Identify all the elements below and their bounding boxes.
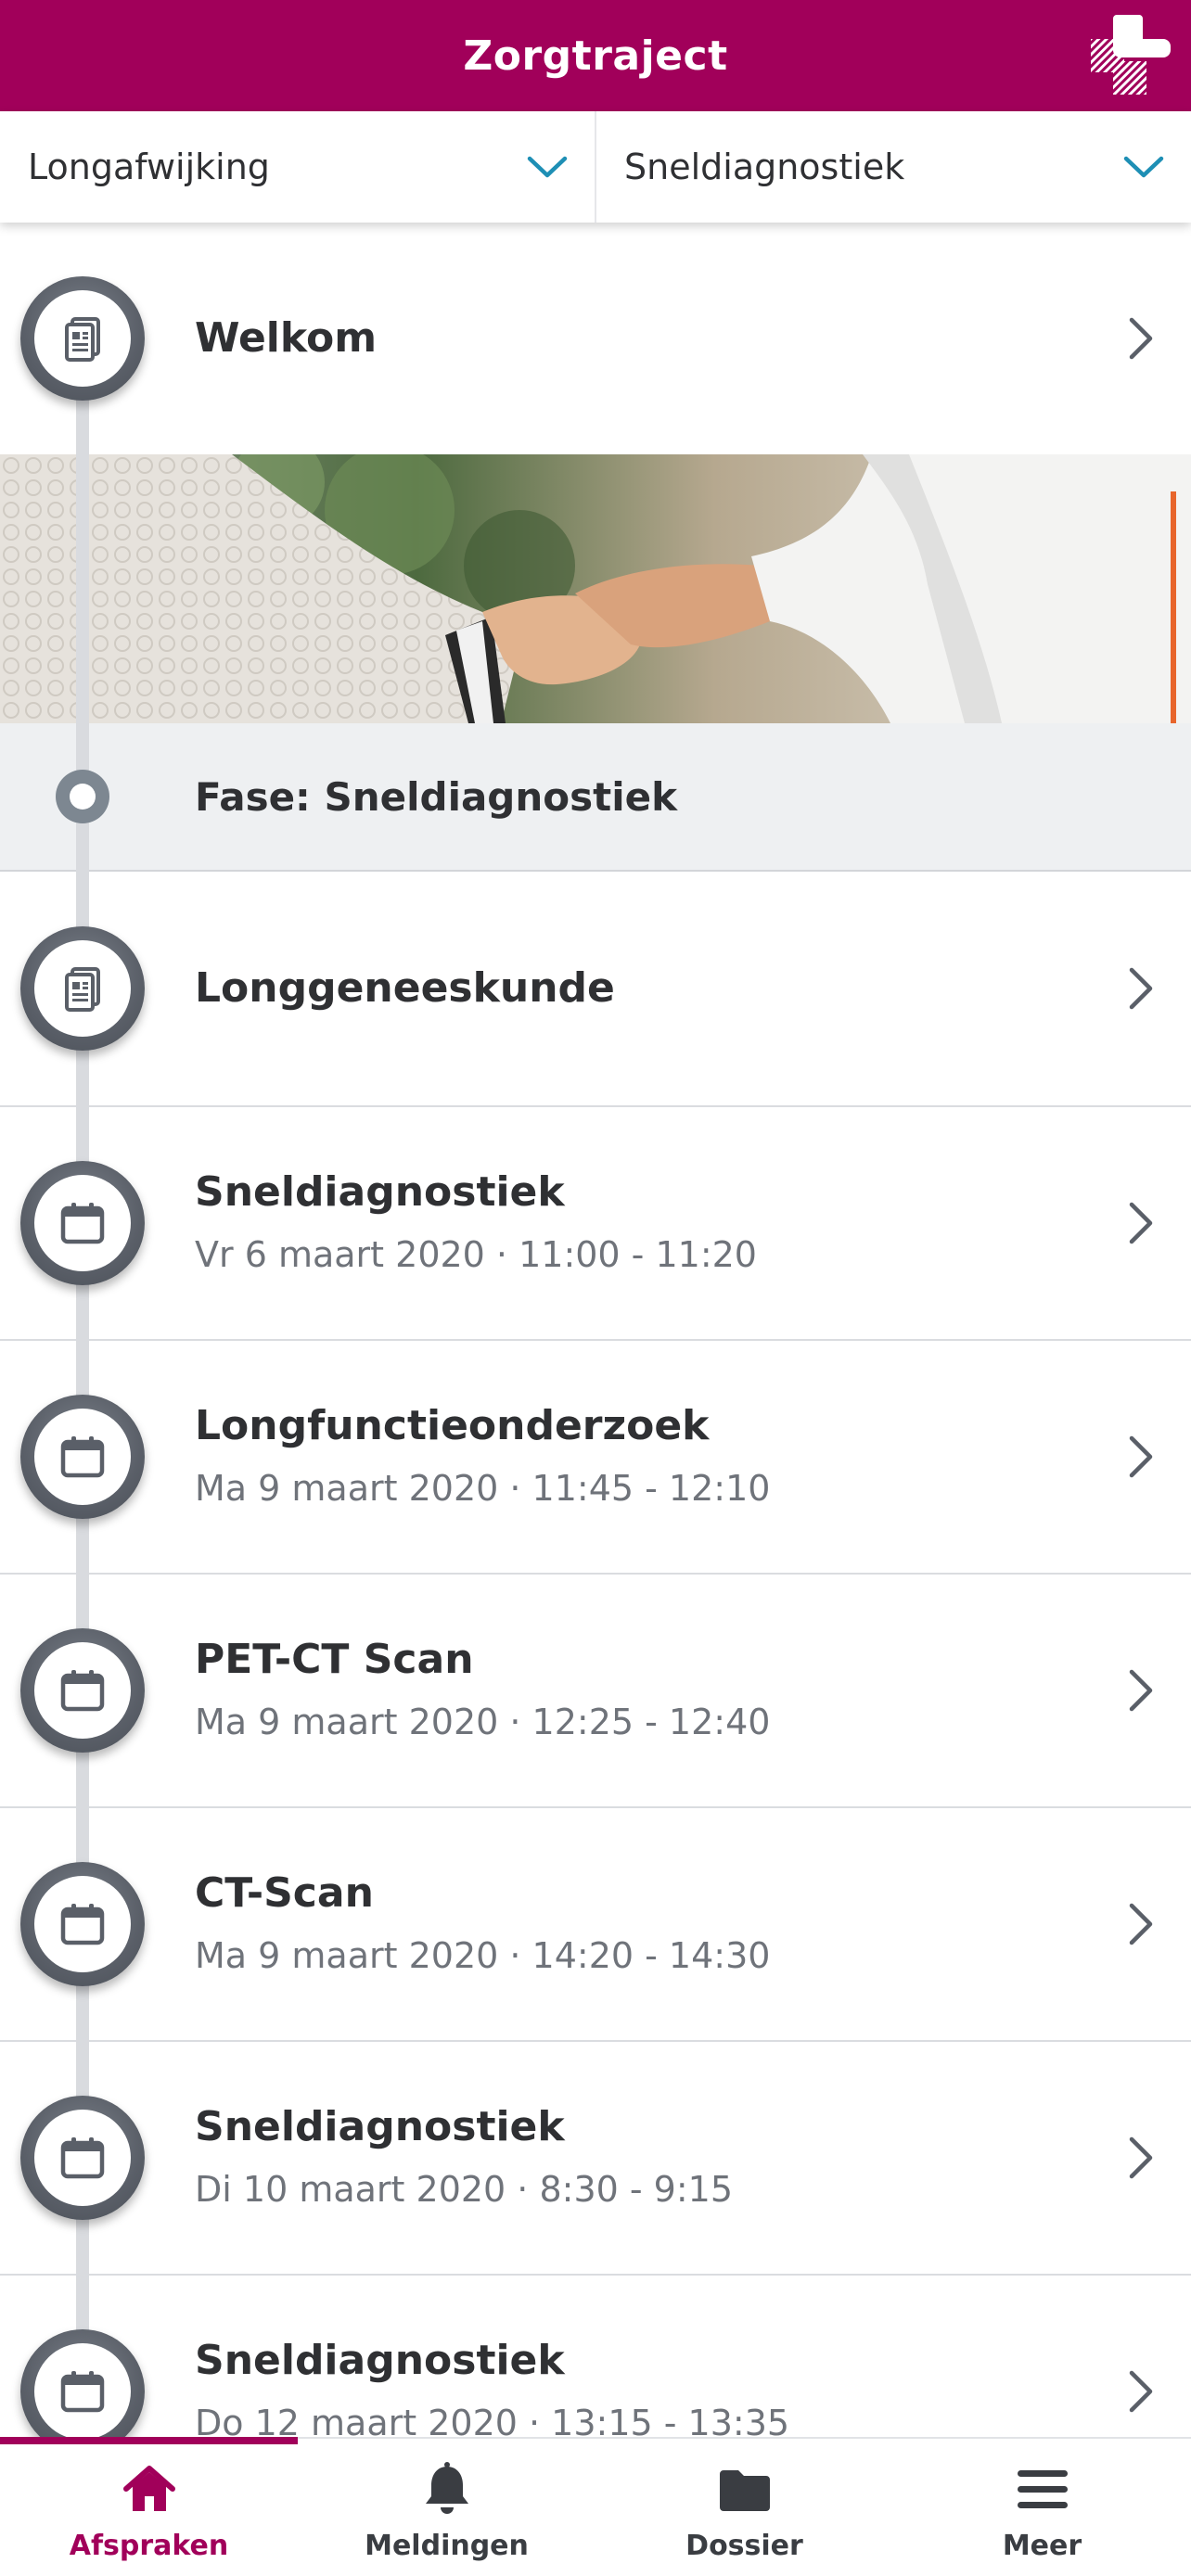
timeline-node xyxy=(20,926,145,1051)
condition-dropdown-label: Longafwijking xyxy=(28,147,270,187)
page-title: Zorgtraject xyxy=(463,32,728,80)
chevron-down-icon xyxy=(1123,156,1164,178)
folder-icon xyxy=(719,2469,770,2511)
timeline-item-welkom[interactable]: Welkom xyxy=(0,223,1191,454)
appointment-datetime: Do 12 maart 2020 · 13:15 - 13:35 xyxy=(195,2403,790,2437)
tab-label: Dossier xyxy=(685,2529,803,2562)
chevron-right-icon xyxy=(1129,1435,1153,1478)
calendar-icon xyxy=(60,1904,105,1945)
menu-icon xyxy=(1017,2469,1068,2508)
timeline-item-title: Longgeneeskunde xyxy=(195,964,615,1012)
condition-dropdown[interactable]: Longafwijking xyxy=(0,111,595,223)
program-dropdown-label: Sneldiagnostiek xyxy=(624,147,905,187)
timeline-node xyxy=(20,1862,145,1986)
app-header: Zorgtraject xyxy=(0,0,1191,111)
document-icon xyxy=(65,967,100,1012)
home-icon xyxy=(122,2465,175,2511)
calendar-icon xyxy=(60,2371,105,2413)
chevron-right-icon xyxy=(1129,967,1153,1010)
timeline-item-title: PET-CT Scan xyxy=(195,1636,474,1683)
tab-label: Meer xyxy=(1002,2529,1082,2562)
timeline-node xyxy=(20,1395,145,1519)
care-path-timeline: Welkom Fase: Sneldiagnostiek Longgeneesk… xyxy=(0,223,1191,2437)
appointment-datetime: Vr 6 maart 2020 · 11:00 - 11:20 xyxy=(195,1234,757,1275)
timeline-node xyxy=(20,276,145,401)
chevron-down-icon xyxy=(527,156,568,178)
appointment-datetime: Di 10 maart 2020 · 8:30 - 9:15 xyxy=(195,2169,734,2210)
bottom-tab-bar: Afspraken Meldingen Dossier Meer xyxy=(0,2437,1191,2576)
timeline-node xyxy=(20,1161,145,1285)
appointment-datetime: Ma 9 maart 2020 · 14:20 - 14:30 xyxy=(195,1935,771,1976)
chevron-right-icon xyxy=(1129,2370,1153,2413)
bell-icon xyxy=(425,2461,468,2514)
calendar-icon xyxy=(60,1670,105,1712)
appointment-datetime: Ma 9 maart 2020 · 12:25 - 12:40 xyxy=(195,1702,771,1742)
timeline-item-title: Sneldiagnostiek xyxy=(195,1168,565,1216)
timeline-item[interactable]: Longfunctieonderzoek Ma 9 maart 2020 · 1… xyxy=(0,1341,1191,1575)
tab-dossier[interactable]: Dossier xyxy=(596,2439,893,2576)
timeline-item[interactable]: PET-CT Scan Ma 9 maart 2020 · 12:25 - 12… xyxy=(0,1575,1191,1808)
calendar-icon xyxy=(60,2137,105,2179)
hospital-cross-logo xyxy=(1091,15,1171,95)
timeline-item-title: Sneldiagnostiek xyxy=(195,2103,565,2150)
active-tab-indicator xyxy=(0,2437,298,2444)
chevron-right-icon xyxy=(1129,1669,1153,1712)
timeline-item-title: Sneldiagnostiek xyxy=(195,2337,565,2384)
tab-label: Meldingen xyxy=(365,2529,529,2562)
tab-label: Afspraken xyxy=(69,2529,229,2562)
appointment-datetime: Ma 9 maart 2020 · 11:45 - 12:10 xyxy=(195,1468,771,1509)
tab-afspraken[interactable]: Afspraken xyxy=(0,2439,298,2576)
timeline-node xyxy=(20,2096,145,2220)
phase-marker xyxy=(56,770,109,823)
phase-header: Fase: Sneldiagnostiek xyxy=(0,723,1191,872)
timeline-item-title: Longfunctieonderzoek xyxy=(195,1402,710,1449)
timeline-item[interactable]: Sneldiagnostiek Do 12 maart 2020 · 13:15… xyxy=(0,2276,1191,2437)
timeline-item-title: CT-Scan xyxy=(195,1869,374,1917)
tab-meer[interactable]: Meer xyxy=(893,2439,1191,2576)
handshake-photo xyxy=(0,454,1191,723)
phase-title: Fase: Sneldiagnostiek xyxy=(195,773,678,820)
document-icon xyxy=(65,317,100,362)
chevron-right-icon xyxy=(1129,2136,1153,2179)
timeline-item-title: Welkom xyxy=(195,314,378,362)
chevron-right-icon xyxy=(1129,1903,1153,1945)
timeline-item[interactable]: Sneldiagnostiek Di 10 maart 2020 · 8:30 … xyxy=(0,2042,1191,2276)
calendar-icon xyxy=(60,1436,105,1478)
chevron-right-icon xyxy=(1129,1202,1153,1244)
timeline-item[interactable]: Longgeneeskunde xyxy=(0,872,1191,1107)
chevron-right-icon xyxy=(1129,317,1153,360)
timeline-node xyxy=(20,1628,145,1753)
program-dropdown[interactable]: Sneldiagnostiek xyxy=(595,111,1191,223)
app-screen: Zorgtraject Longafwijking Sneldiagnostie… xyxy=(0,0,1191,2576)
timeline-item[interactable]: CT-Scan Ma 9 maart 2020 · 14:20 - 14:30 xyxy=(0,1808,1191,2042)
timeline-item[interactable]: Sneldiagnostiek Vr 6 maart 2020 · 11:00 … xyxy=(0,1107,1191,1341)
filter-bar: Longafwijking Sneldiagnostiek xyxy=(0,111,1191,223)
timeline-node xyxy=(20,2329,145,2437)
calendar-icon xyxy=(60,1203,105,1244)
tab-meldingen[interactable]: Meldingen xyxy=(298,2439,596,2576)
